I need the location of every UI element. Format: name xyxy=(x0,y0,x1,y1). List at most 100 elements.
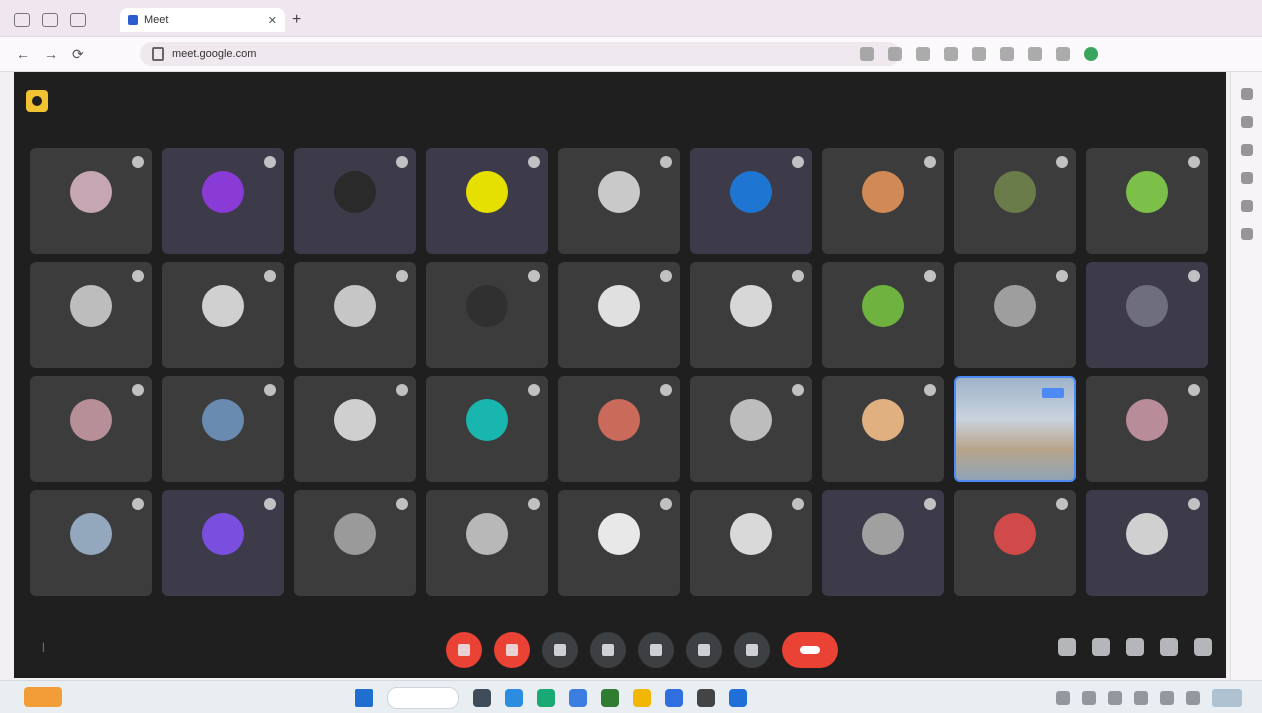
battery-icon[interactable] xyxy=(1186,691,1200,705)
participant-tile[interactable] xyxy=(558,490,680,596)
participant-tile[interactable] xyxy=(294,262,416,368)
participant-tile[interactable] xyxy=(558,376,680,482)
participant-tile[interactable] xyxy=(30,262,152,368)
activities-icon[interactable] xyxy=(1160,638,1178,656)
back-icon[interactable]: ← xyxy=(16,46,30,63)
onedrive-icon[interactable] xyxy=(1082,691,1096,705)
address-bar[interactable]: meet.google.com xyxy=(140,42,900,66)
split-screen-icon[interactable] xyxy=(916,47,930,61)
participant-tile[interactable] xyxy=(30,148,152,254)
task-view-icon[interactable] xyxy=(473,689,491,707)
taskbar-search[interactable] xyxy=(387,687,459,709)
mic-muted-icon xyxy=(924,270,936,282)
participant-tile[interactable] xyxy=(690,376,812,482)
tools-icon[interactable] xyxy=(1241,116,1253,128)
raise-hand-button[interactable] xyxy=(686,632,722,668)
browser-tab[interactable]: Meet ✕ xyxy=(120,8,285,32)
tab-actions-icon[interactable] xyxy=(42,13,58,27)
participant-tile[interactable] xyxy=(690,262,812,368)
participant-tile[interactable] xyxy=(162,376,284,482)
participant-tile[interactable] xyxy=(1086,262,1208,368)
lock-icon[interactable] xyxy=(152,47,164,61)
chevron-up-icon[interactable] xyxy=(1056,691,1070,705)
participant-tile[interactable] xyxy=(822,262,944,368)
clock[interactable] xyxy=(1212,689,1242,707)
participant-tile[interactable] xyxy=(294,376,416,482)
refresh-icon[interactable]: ⟳ xyxy=(72,46,84,63)
participant-tile[interactable] xyxy=(426,262,548,368)
close-tab-icon[interactable]: ✕ xyxy=(268,14,277,27)
volume-icon[interactable] xyxy=(1160,691,1174,705)
language-icon[interactable] xyxy=(1108,691,1122,705)
favorite-icon[interactable] xyxy=(888,47,902,61)
workspaces-icon[interactable] xyxy=(14,13,30,27)
participant-tile[interactable] xyxy=(1086,490,1208,596)
outlook-icon[interactable] xyxy=(1241,200,1253,212)
participant-tile[interactable] xyxy=(954,262,1076,368)
mic-muted-icon xyxy=(1188,156,1200,168)
copilot-icon[interactable] xyxy=(1084,47,1098,61)
add-icon[interactable] xyxy=(1241,228,1253,240)
microphone-button[interactable] xyxy=(446,632,482,668)
settings-icon[interactable] xyxy=(665,689,683,707)
excel-icon[interactable] xyxy=(601,689,619,707)
participant-tile[interactable] xyxy=(954,148,1076,254)
participant-tile[interactable] xyxy=(954,490,1076,596)
forward-icon[interactable]: → xyxy=(44,46,58,63)
participant-tile[interactable] xyxy=(1086,148,1208,254)
hang-up-icon xyxy=(800,646,820,654)
office-icon[interactable] xyxy=(1241,172,1253,184)
participant-tile[interactable] xyxy=(426,376,548,482)
captions-button[interactable] xyxy=(542,632,578,668)
app-icon[interactable] xyxy=(697,689,715,707)
participant-tile[interactable] xyxy=(162,490,284,596)
info-icon[interactable] xyxy=(1058,638,1076,656)
participant-tile[interactable] xyxy=(426,148,548,254)
people-icon[interactable] xyxy=(1092,638,1110,656)
participant-tile[interactable] xyxy=(690,490,812,596)
meeting-control-bar: | xyxy=(14,618,1226,678)
participant-tile[interactable] xyxy=(162,148,284,254)
mic-muted-icon xyxy=(1188,384,1200,396)
more-icon[interactable] xyxy=(1056,47,1070,61)
file-explorer-icon[interactable] xyxy=(633,689,651,707)
participant-tile[interactable] xyxy=(294,148,416,254)
participant-tile[interactable] xyxy=(690,148,812,254)
favorites-icon[interactable] xyxy=(944,47,958,61)
new-tab-icon[interactable]: + xyxy=(292,11,301,29)
games-icon[interactable] xyxy=(1241,144,1253,156)
wifi-icon[interactable] xyxy=(1134,691,1148,705)
reactions-button[interactable] xyxy=(590,632,626,668)
participant-tile[interactable] xyxy=(558,148,680,254)
participant-tile[interactable] xyxy=(822,490,944,596)
read-aloud-icon[interactable] xyxy=(860,47,874,61)
participant-tile[interactable] xyxy=(558,262,680,368)
browser-app-icon[interactable] xyxy=(729,689,747,707)
vertical-tabs-icon[interactable] xyxy=(70,13,86,27)
participant-tile[interactable] xyxy=(822,148,944,254)
search-icon[interactable] xyxy=(1241,88,1253,100)
store-icon[interactable] xyxy=(569,689,587,707)
participant-tile[interactable] xyxy=(162,262,284,368)
collections-icon[interactable] xyxy=(972,47,986,61)
participant-tile[interactable] xyxy=(294,490,416,596)
participant-tile[interactable] xyxy=(1086,376,1208,482)
participant-tile[interactable] xyxy=(426,490,548,596)
host-controls-icon[interactable] xyxy=(1194,638,1212,656)
downloads-icon[interactable] xyxy=(1028,47,1042,61)
extensions-icon[interactable] xyxy=(1000,47,1014,61)
leave-call-button[interactable] xyxy=(782,632,838,668)
copilot-app-icon[interactable] xyxy=(505,689,523,707)
participant-tile[interactable] xyxy=(822,376,944,482)
avatar xyxy=(862,285,904,327)
weather-widget[interactable] xyxy=(24,687,62,707)
chat-icon[interactable] xyxy=(1126,638,1144,656)
windows-start-icon[interactable] xyxy=(355,689,373,707)
participant-tile[interactable] xyxy=(954,376,1076,482)
present-button[interactable] xyxy=(638,632,674,668)
edge-icon[interactable] xyxy=(537,689,555,707)
more-options-button[interactable] xyxy=(734,632,770,668)
participant-tile[interactable] xyxy=(30,376,152,482)
camera-button[interactable] xyxy=(494,632,530,668)
participant-tile[interactable] xyxy=(30,490,152,596)
